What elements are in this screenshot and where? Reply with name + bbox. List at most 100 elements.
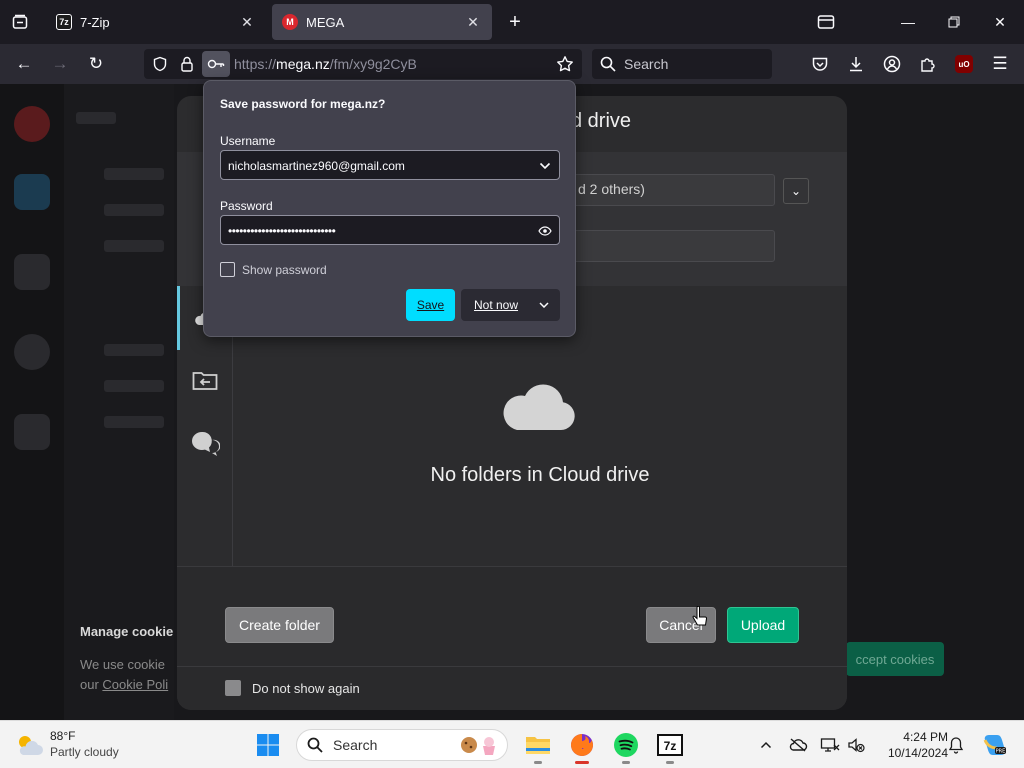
url-scheme: https:// bbox=[234, 56, 277, 72]
cloud-drive-icon[interactable] bbox=[14, 174, 50, 210]
extensions-button[interactable] bbox=[914, 50, 942, 78]
pocket-button[interactable] bbox=[806, 50, 834, 78]
volume-tray[interactable] bbox=[844, 733, 868, 757]
back-button[interactable]: ← bbox=[10, 50, 38, 78]
network-tray[interactable] bbox=[818, 733, 842, 757]
downloads-button[interactable] bbox=[842, 50, 870, 78]
show-password-checkbox[interactable] bbox=[220, 262, 235, 277]
not-now-dropdown[interactable] bbox=[536, 297, 552, 313]
ublock-origin-icon: uO bbox=[955, 55, 973, 73]
username-dropdown[interactable] bbox=[537, 158, 553, 174]
close-tab-icon[interactable]: ✕ bbox=[238, 13, 256, 31]
accept-cookies-button[interactable]: ccept cookies bbox=[846, 642, 944, 676]
meetings-icon[interactable] bbox=[14, 414, 50, 450]
upload-button[interactable]: Upload bbox=[727, 607, 799, 643]
search-bar[interactable]: Search bbox=[592, 49, 772, 79]
chat-icon[interactable] bbox=[14, 334, 50, 370]
clock-date: 10/14/2024 bbox=[887, 746, 948, 760]
shield-icon[interactable] bbox=[152, 56, 168, 72]
close-window-button[interactable]: ✕ bbox=[982, 6, 1018, 38]
tree-placeholder bbox=[104, 344, 164, 356]
mega-logo-icon bbox=[14, 106, 50, 142]
cookie-heading: Manage cookie bbox=[80, 624, 174, 639]
taskbar-spotify[interactable] bbox=[610, 729, 642, 764]
dont-show-again-checkbox[interactable] bbox=[225, 680, 241, 696]
tree-placeholder bbox=[104, 380, 164, 392]
create-folder-button[interactable]: Create folder bbox=[225, 607, 334, 643]
side-incoming-shares[interactable] bbox=[189, 364, 221, 396]
restore-button[interactable] bbox=[936, 6, 972, 38]
taskbar-search-placeholder: Search bbox=[333, 737, 378, 753]
taskbar-7zip[interactable]: 7z bbox=[654, 729, 686, 764]
windows-taskbar: 88°F Partly cloudy Search 7z 4:24 PM 10/… bbox=[0, 720, 1024, 768]
notifications-button[interactable] bbox=[944, 733, 968, 757]
photos-icon[interactable] bbox=[14, 254, 50, 290]
lock-icon[interactable] bbox=[180, 56, 194, 72]
windows-start-icon[interactable] bbox=[256, 733, 280, 757]
key-icon bbox=[207, 59, 225, 69]
password-key-button[interactable] bbox=[202, 51, 230, 77]
onedrive-tray[interactable] bbox=[786, 733, 810, 757]
cookie-body: We use cookie bbox=[80, 657, 166, 672]
empty-state-message: No folders in Cloud drive bbox=[430, 464, 650, 486]
tab-list-button[interactable] bbox=[6, 8, 34, 36]
minimize-button[interactable]: — bbox=[890, 6, 926, 38]
dont-show-again-row: Do not show again bbox=[177, 666, 847, 710]
ublock-button[interactable]: uO bbox=[950, 50, 978, 78]
username-field[interactable]: nicholasmartinez960@gmail.com bbox=[220, 150, 560, 180]
new-tab-button[interactable]: + bbox=[502, 8, 528, 36]
tab-7zip[interactable]: 7z 7-Zip ✕ bbox=[46, 4, 266, 40]
taskbar-search[interactable]: Search bbox=[296, 729, 508, 761]
password-field[interactable]: ••••••••••••••••••••••••••••• bbox=[220, 215, 560, 245]
reload-icon: ↻ bbox=[88, 54, 104, 73]
cloud-offline-icon bbox=[789, 738, 808, 752]
address-bar[interactable]: https://mega.nz/fm/xy9g2CyB bbox=[144, 49, 582, 79]
url-host: mega.nz bbox=[276, 56, 330, 72]
url-path: /fm/xy9g2CyB bbox=[329, 56, 417, 72]
running-indicator bbox=[534, 761, 542, 764]
tree-placeholder bbox=[104, 240, 164, 252]
not-now-button[interactable]: Not now bbox=[461, 289, 560, 321]
message-field[interactable] bbox=[569, 230, 775, 262]
taskbar-clock[interactable]: 4:24 PM 10/14/2024 bbox=[872, 729, 948, 761]
close-tab-icon[interactable]: ✕ bbox=[464, 13, 482, 31]
reload-button[interactable]: ↻ bbox=[82, 50, 110, 78]
forward-button[interactable]: → bbox=[46, 50, 74, 78]
copilot-icon: PRE bbox=[983, 735, 1006, 755]
cookie-policy-link[interactable]: Cookie Poli bbox=[102, 677, 168, 692]
tab-title: 7-Zip bbox=[80, 14, 110, 30]
tab-mega[interactable]: M MEGA ✕ bbox=[272, 4, 492, 40]
account-button[interactable] bbox=[878, 50, 906, 78]
search-icon bbox=[600, 56, 616, 72]
tab-title: MEGA bbox=[306, 14, 345, 30]
reveal-password-button[interactable] bbox=[537, 223, 553, 239]
spotify-icon bbox=[614, 733, 638, 757]
dialog-title: d drive bbox=[571, 110, 632, 132]
taskbar-firefox[interactable] bbox=[566, 729, 598, 764]
bookmark-star-icon[interactable] bbox=[556, 55, 574, 73]
taskbar-file-explorer[interactable] bbox=[522, 729, 554, 764]
active-indicator bbox=[575, 761, 589, 764]
show-password-label[interactable]: Show password bbox=[242, 263, 327, 277]
weather-widget[interactable]: 88°F Partly cloudy bbox=[14, 728, 144, 762]
username-value: nicholasmartinez960@gmail.com bbox=[228, 159, 405, 173]
save-password-button[interactable]: Save bbox=[406, 289, 455, 321]
firefox-view-button[interactable] bbox=[808, 6, 844, 38]
password-label: Password bbox=[220, 199, 273, 213]
show-hidden-icons-button[interactable] bbox=[754, 733, 778, 757]
recipients-dropdown[interactable]: ⌄ bbox=[783, 178, 809, 204]
folder-tab-icon bbox=[817, 15, 835, 29]
copilot-button[interactable]: PRE bbox=[980, 733, 1008, 757]
menu-button[interactable]: ☰ bbox=[986, 50, 1014, 78]
running-indicator bbox=[622, 761, 630, 764]
not-now-label: Not now bbox=[474, 298, 519, 312]
cookie-cupcake-icon bbox=[461, 737, 495, 755]
side-chats[interactable] bbox=[189, 428, 221, 460]
svg-text:7z: 7z bbox=[664, 739, 677, 753]
navigation-toolbar: ← → ↻ https://mega.nz/fm/xy9g2CyB Search… bbox=[0, 44, 1024, 84]
eye-icon bbox=[538, 226, 552, 236]
panel-heading: Save password for mega.nz? bbox=[220, 97, 386, 111]
recipients-field[interactable]: d 2 others) bbox=[569, 174, 775, 206]
tree-placeholder bbox=[104, 168, 164, 180]
empty-cloud-icon bbox=[503, 384, 575, 430]
